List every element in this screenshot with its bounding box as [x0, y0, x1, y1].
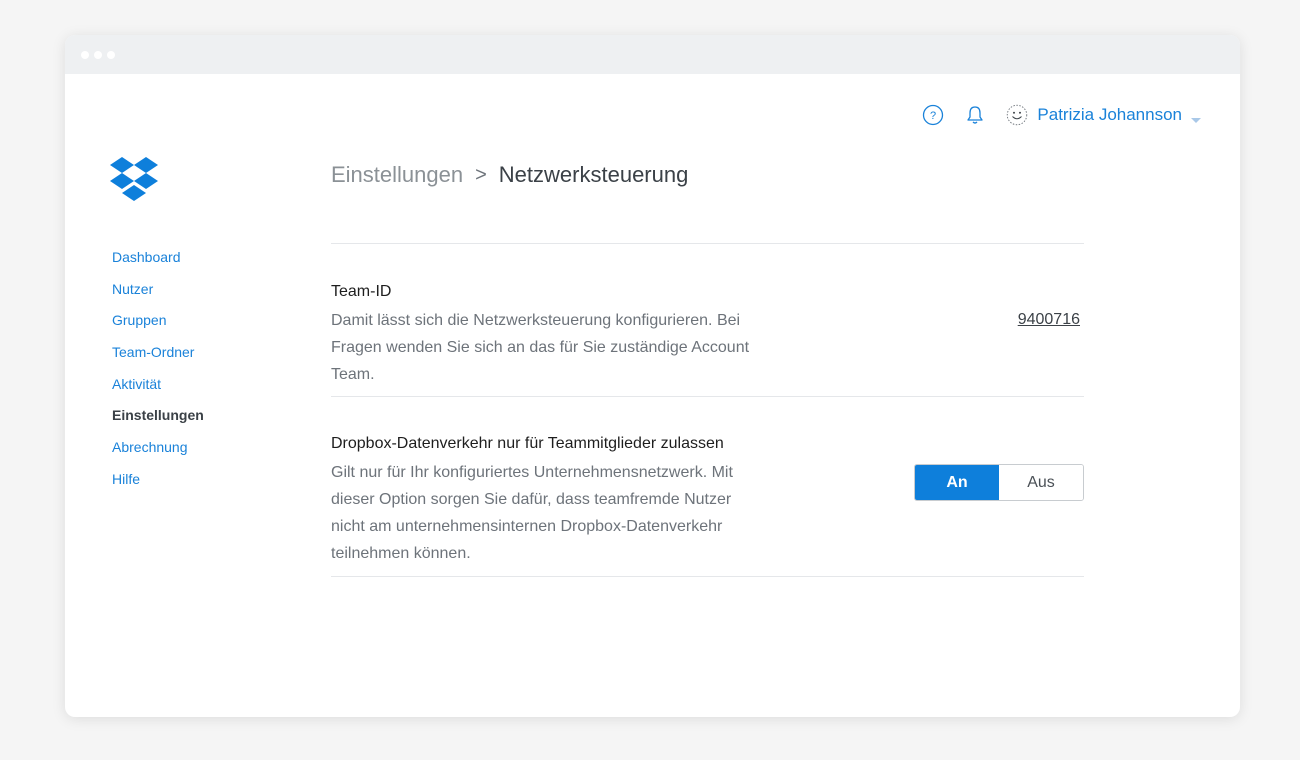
traffic-setting-description: Gilt nur für Ihr konfiguriertes Unterneh…: [331, 464, 733, 562]
team-id-value[interactable]: 9400716: [1018, 311, 1080, 329]
app-window: ? Patrizia Johannson Dashboard Nutzer Gr…: [65, 35, 1240, 717]
sidebar-item-dashboard[interactable]: Dashboard: [112, 247, 204, 279]
breadcrumb: Einstellungen > Netzwerksteuerung: [331, 162, 688, 188]
team-id-title: Team-ID: [331, 283, 392, 300]
window-titlebar: [65, 35, 1240, 74]
sidebar-item-aktivitaet[interactable]: Aktivität: [112, 374, 204, 406]
user-name[interactable]: Patrizia Johannson: [1037, 105, 1182, 125]
sidebar-item-nutzer[interactable]: Nutzer: [112, 279, 204, 311]
window-dot-close[interactable]: [81, 50, 89, 59]
divider: [331, 576, 1084, 577]
toggle-on-button[interactable]: An: [915, 465, 999, 500]
chevron-down-icon[interactable]: [1190, 111, 1202, 123]
sidebar-nav: Dashboard Nutzer Gruppen Team-Ordner Akt…: [112, 247, 204, 501]
team-id-description: Damit lässt sich die Netzwerksteuerung k…: [331, 312, 750, 383]
breadcrumb-parent[interactable]: Einstellungen: [331, 162, 463, 188]
sidebar-item-einstellungen[interactable]: Einstellungen: [112, 405, 204, 437]
window-dot-minimize[interactable]: [94, 50, 102, 59]
sidebar-item-team-ordner[interactable]: Team-Ordner: [112, 342, 204, 374]
breadcrumb-separator: >: [475, 163, 487, 186]
toggle-off-button[interactable]: Aus: [999, 465, 1083, 500]
sidebar-item-hilfe[interactable]: Hilfe: [112, 469, 204, 501]
traffic-toggle: An Aus: [914, 464, 1084, 501]
smiley-avatar-icon[interactable]: [1005, 103, 1029, 127]
traffic-setting-title: Dropbox-Datenverkehr nur für Teammitglie…: [331, 435, 724, 452]
dropbox-logo-icon[interactable]: [109, 155, 159, 205]
bell-icon[interactable]: [963, 103, 987, 127]
divider: [331, 243, 1084, 244]
sidebar-item-abrechnung[interactable]: Abrechnung: [112, 437, 204, 469]
page-title: Netzwerksteuerung: [498, 162, 689, 187]
window-dot-maximize[interactable]: [107, 50, 115, 59]
help-icon[interactable]: ?: [921, 103, 945, 127]
sidebar-item-gruppen[interactable]: Gruppen: [112, 310, 204, 342]
svg-text:?: ?: [930, 110, 936, 122]
divider: [331, 396, 1084, 397]
top-bar: ? Patrizia Johannson: [921, 103, 1202, 127]
